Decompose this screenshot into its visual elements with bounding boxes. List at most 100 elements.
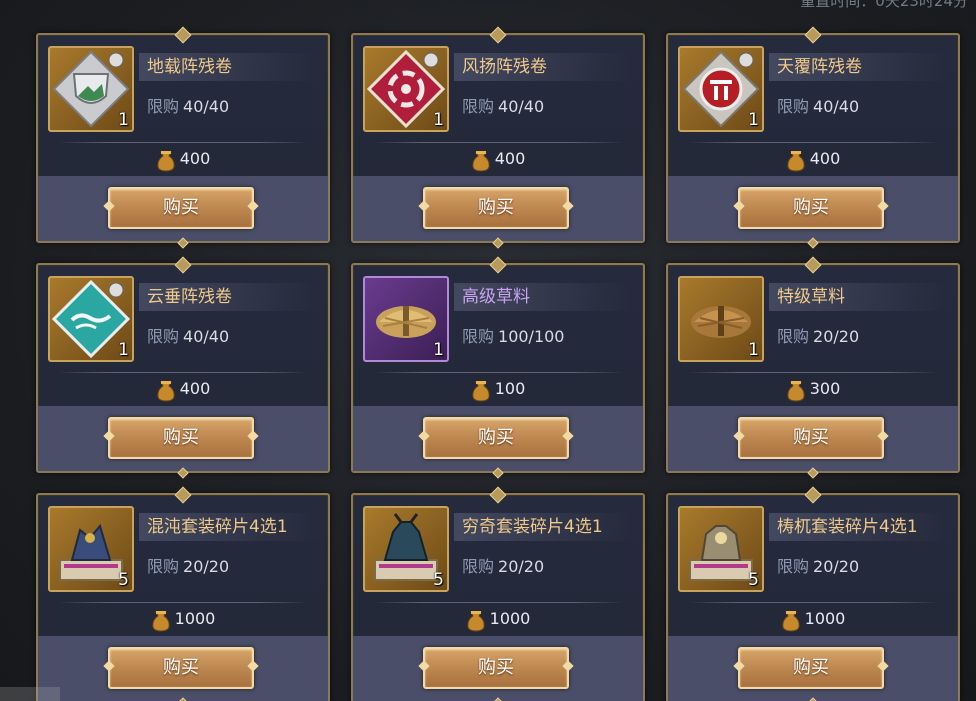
buy-strip: 购买 (353, 406, 643, 471)
item-quantity: 5 (748, 570, 759, 590)
limit-label: 限购 (147, 557, 180, 576)
item-price: 1000 (38, 606, 328, 632)
shop-item-card: 1 特级草料 限购 20/20 300 购买 (666, 263, 960, 473)
limit-label: 限购 (462, 557, 495, 576)
reset-timer: 重置时间：0天23时24分 (800, 0, 968, 10)
limit-value: 40/40 (183, 327, 230, 346)
item-name: 风扬阵残卷 (454, 53, 634, 81)
currency-pouch-icon (467, 610, 485, 632)
buy-strip: 购买 (668, 636, 958, 701)
purchase-limit: 限购 20/20 (777, 553, 859, 577)
item-name: 特级草料 (769, 283, 949, 311)
item-price: 300 (668, 376, 958, 402)
limit-value: 20/20 (813, 327, 860, 346)
buy-strip: 购买 (38, 176, 328, 241)
qiongqi-armor-set-chest-icon[interactable]: 5 (363, 506, 449, 592)
limit-value: 40/40 (183, 97, 230, 116)
buy-button[interactable]: 购买 (423, 187, 569, 229)
item-price: 400 (353, 146, 643, 172)
limit-value: 40/40 (498, 97, 545, 116)
buy-button[interactable]: 购买 (423, 647, 569, 689)
item-price: 100 (353, 376, 643, 402)
hay-bundle-icon[interactable]: 1 (678, 276, 764, 362)
item-price: 1000 (353, 606, 643, 632)
currency-pouch-icon (472, 150, 490, 172)
item-quantity: 1 (748, 340, 759, 360)
shop-item-card: 1 风扬阵残卷 限购 40/40 400 购买 (351, 33, 645, 243)
heaven-formation-scroll-icon[interactable]: 1 (678, 46, 764, 132)
item-quantity: 5 (118, 570, 129, 590)
shop-item-card: 5 穷奇套装碎片4选1 限购 20/20 1000 购买 (351, 493, 645, 701)
item-price: 400 (38, 376, 328, 402)
buy-strip: 购买 (38, 406, 328, 471)
item-name: 高级草料 (454, 283, 634, 311)
divider (58, 142, 308, 143)
limit-label: 限购 (147, 97, 180, 116)
item-price: 400 (38, 146, 328, 172)
price-value: 400 (179, 149, 211, 168)
buy-button[interactable]: 购买 (738, 417, 884, 459)
divider (58, 602, 308, 603)
price-value: 300 (809, 379, 841, 398)
shop-grid: 1 地载阵残卷 限购 40/40 400 购买 1 风扬阵残卷 限购 40/40 4… (36, 33, 960, 701)
wind-formation-scroll-icon[interactable]: 1 (363, 46, 449, 132)
buy-strip: 购买 (38, 636, 328, 701)
item-name: 云垂阵残卷 (139, 283, 319, 311)
divider (373, 142, 623, 143)
buy-button[interactable]: 购买 (738, 187, 884, 229)
limit-value: 40/40 (813, 97, 860, 116)
price-value: 1000 (489, 609, 531, 628)
item-price: 1000 (668, 606, 958, 632)
limit-label: 限购 (777, 557, 810, 576)
item-quantity: 1 (118, 340, 129, 360)
item-name: 穷奇套装碎片4选1 (454, 513, 634, 541)
divider (688, 602, 938, 603)
buy-strip: 购买 (353, 176, 643, 241)
shop-item-card: 5 梼杌套装碎片4选1 限购 20/20 1000 购买 (666, 493, 960, 701)
limit-label: 限购 (462, 97, 495, 116)
buy-button[interactable]: 购买 (423, 417, 569, 459)
purchase-limit: 限购 100/100 (462, 323, 564, 347)
cloud-formation-scroll-icon[interactable]: 1 (48, 276, 134, 362)
limit-label: 限购 (777, 327, 810, 346)
shop-item-card: 1 地载阵残卷 限购 40/40 400 购买 (36, 33, 330, 243)
item-name: 地载阵残卷 (139, 53, 319, 81)
chaos-armor-set-chest-icon[interactable]: 5 (48, 506, 134, 592)
buy-button[interactable]: 购买 (738, 647, 884, 689)
price-value: 400 (809, 149, 841, 168)
purchase-limit: 限购 20/20 (462, 553, 544, 577)
limit-label: 限购 (777, 97, 810, 116)
divider (58, 372, 308, 373)
buy-strip: 购买 (668, 176, 958, 241)
limit-label: 限购 (147, 327, 180, 346)
buy-button[interactable]: 购买 (108, 187, 254, 229)
limit-value: 20/20 (183, 557, 230, 576)
hay-bundle-icon[interactable]: 1 (363, 276, 449, 362)
item-name: 天覆阵残卷 (769, 53, 949, 81)
buy-button[interactable]: 购买 (108, 647, 254, 689)
item-name: 梼杌套装碎片4选1 (769, 513, 949, 541)
item-quantity: 1 (748, 110, 759, 130)
currency-pouch-icon (782, 610, 800, 632)
earth-formation-scroll-icon[interactable]: 1 (48, 46, 134, 132)
item-name: 混沌套装碎片4选1 (139, 513, 319, 541)
buy-strip: 购买 (353, 636, 643, 701)
shop-item-card: 1 天覆阵残卷 限购 40/40 400 购买 (666, 33, 960, 243)
item-quantity: 5 (433, 570, 444, 590)
currency-pouch-icon (157, 380, 175, 402)
taowu-armor-set-chest-icon[interactable]: 5 (678, 506, 764, 592)
purchase-limit: 限购 20/20 (147, 553, 229, 577)
price-value: 400 (494, 149, 526, 168)
limit-value: 20/20 (813, 557, 860, 576)
item-quantity: 1 (433, 340, 444, 360)
shop-item-card: 1 高级草料 限购 100/100 100 购买 (351, 263, 645, 473)
currency-pouch-icon (787, 150, 805, 172)
shop-item-card: 5 混沌套装碎片4选1 限购 20/20 1000 购买 (36, 493, 330, 701)
item-quantity: 1 (118, 110, 129, 130)
buy-strip: 购买 (668, 406, 958, 471)
buy-button[interactable]: 购买 (108, 417, 254, 459)
currency-pouch-icon (472, 380, 490, 402)
limit-value: 20/20 (498, 557, 545, 576)
purchase-limit: 限购 40/40 (777, 93, 859, 117)
price-value: 100 (494, 379, 526, 398)
